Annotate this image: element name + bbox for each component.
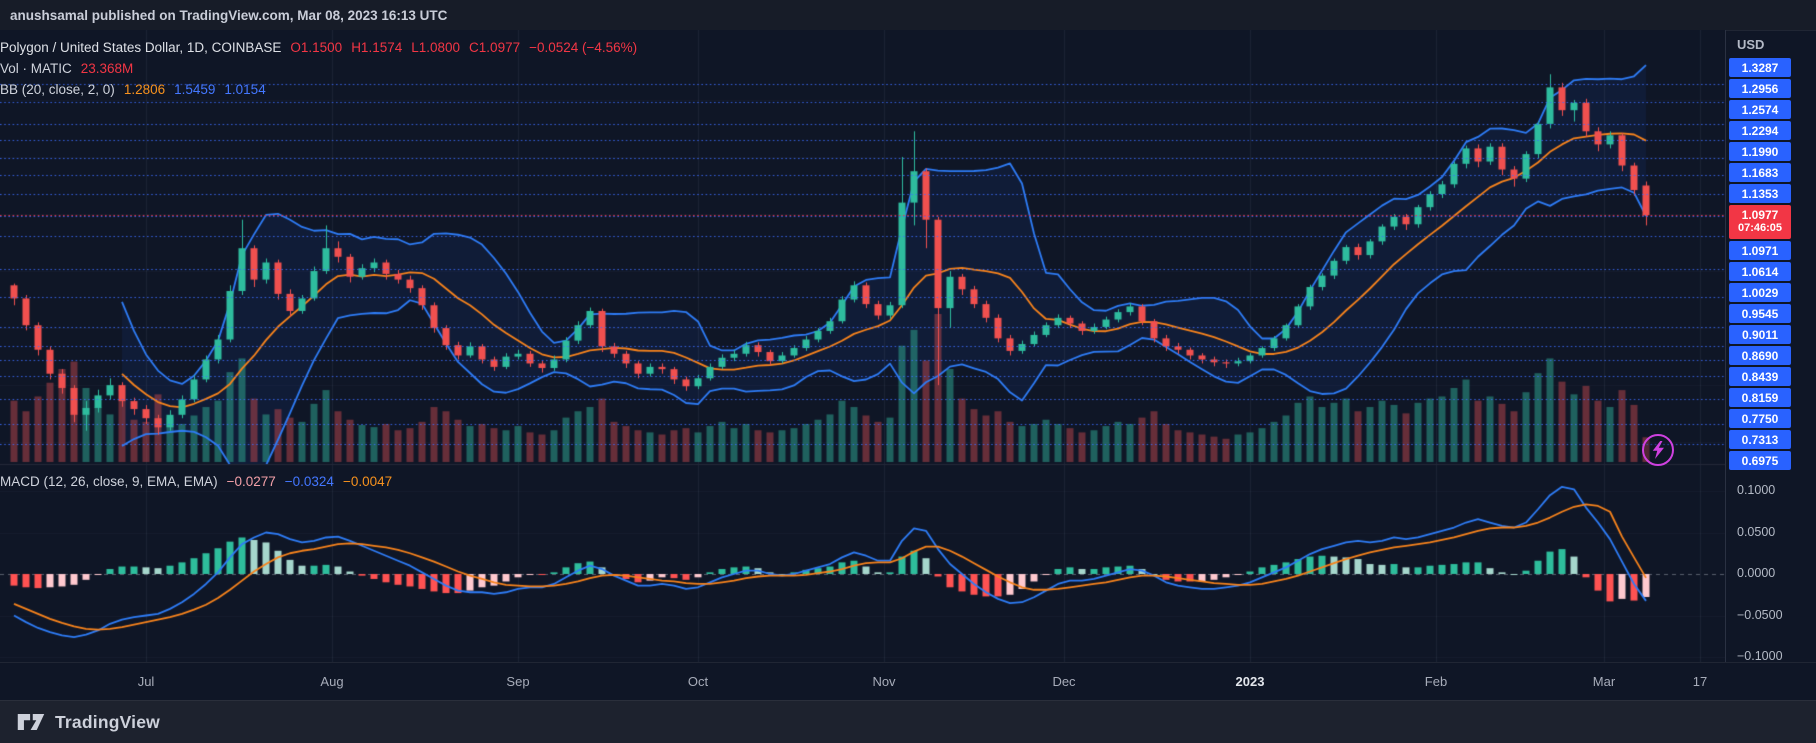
bollinger-basis-value: 1.2806 [124,82,165,97]
macd-line-value: −0.0324 [285,474,334,489]
price-level-label[interactable]: 0.8690 [1729,346,1791,365]
price-level-label[interactable]: 0.7750 [1729,409,1791,428]
time-axis-label: Jul [138,674,155,689]
bollinger-label: BB (20, close, 2, 0) [0,82,115,97]
price-level-label[interactable]: 0.7313 [1729,430,1791,449]
ohlc-high: H1.1574 [351,40,402,55]
macd-signal-value: −0.0047 [343,474,392,489]
macd-axis-tick: 0.0000 [1737,566,1775,580]
ohlc-low: L1.0800 [411,40,460,55]
price-axis[interactable]: USD 1.3287 1.2956 1.2574 1.2294 1.1990 1.1683… [1725,30,1816,662]
time-axis-label: 17 [1693,674,1707,689]
symbol-title: Polygon / United States Dollar, 1D, COIN… [0,40,281,55]
ohlc-change: −0.0524 (−4.56%) [529,40,637,55]
price-level-label[interactable]: 1.0614 [1729,262,1791,281]
ohlc-close: C1.0977 [469,40,520,55]
price-level-label[interactable]: 1.3287 [1729,58,1791,77]
time-axis-label: Mar [1593,674,1615,689]
volume-value: 23.368M [81,61,134,76]
time-axis-label: 2023 [1236,674,1265,689]
time-axis-label: Feb [1425,674,1447,689]
lightning-bolt-icon [1649,439,1667,461]
macd-axis-tick: 0.1000 [1737,483,1775,497]
lightning-sticker-icon[interactable] [1642,434,1674,466]
macd-label: MACD (12, 26, close, 9, EMA, EMA) [0,474,218,489]
footer-bar: TradingView [0,700,1816,743]
symbol-legend-row[interactable]: Polygon / United States Dollar, 1D, COIN… [0,40,637,55]
price-level-label-stack: 1.3287 1.2956 1.2574 1.2294 1.1990 1.1683 1.13… [1726,56,1816,470]
bar-countdown-timer: 07:46:05 [1738,222,1782,235]
ohlc-open: O1.1500 [290,40,342,55]
time-axis-label: Aug [320,674,343,689]
tradingview-snapshot: anushsamal published on TradingView.com,… [0,0,1816,743]
bollinger-lower-value: 1.0154 [224,82,265,97]
price-level-label[interactable]: 1.2574 [1729,100,1791,119]
currency-label: USD [1737,37,1764,52]
price-level-label[interactable]: 1.1683 [1729,163,1791,182]
tradingview-wordmark[interactable]: TradingView [55,712,160,733]
time-axis-label: Nov [872,674,895,689]
volume-label: Vol · MATIC [0,61,72,76]
price-level-label[interactable]: 1.1990 [1729,142,1791,161]
attribution-text: anushsamal published on TradingView.com,… [10,8,447,23]
price-level-label[interactable]: 1.0029 [1729,283,1791,302]
price-level-label[interactable]: 0.8439 [1729,367,1791,386]
price-level-label[interactable]: 1.1353 [1729,184,1791,203]
bollinger-legend-row[interactable]: BB (20, close, 2, 0) 1.2806 1.5459 1.015… [0,82,266,97]
time-axis-label: Dec [1052,674,1075,689]
price-chart-canvas[interactable] [0,30,1725,662]
price-level-label[interactable]: 1.0971 [1729,241,1791,260]
price-level-label[interactable]: 0.9545 [1729,304,1791,323]
tradingview-logo-icon[interactable] [16,710,46,734]
price-level-label[interactable]: 0.9011 [1729,325,1791,344]
price-level-label[interactable]: 0.6975 [1729,451,1791,470]
current-price-value: 1.0977 [1742,209,1779,222]
macd-axis-tick: 0.0500 [1737,525,1775,539]
price-level-label[interactable]: 1.2956 [1729,79,1791,98]
macd-axis-tick: −0.1000 [1737,649,1783,663]
volume-legend-row[interactable]: Vol · MATIC 23.368M [0,61,133,76]
price-level-label[interactable]: 0.8159 [1729,388,1791,407]
time-axis-label: Sep [506,674,529,689]
time-axis[interactable]: Jul Aug Sep Oct Nov Dec 2023 Feb Mar 17 [0,662,1816,700]
current-price-label[interactable]: 1.097707:46:05 [1729,205,1791,239]
macd-histogram-value: −0.0277 [227,474,276,489]
attribution-bar: anushsamal published on TradingView.com,… [0,0,1816,31]
macd-legend-row[interactable]: MACD (12, 26, close, 9, EMA, EMA) −0.027… [0,474,392,489]
bollinger-upper-value: 1.5459 [174,82,215,97]
macd-axis-tick: −0.0500 [1737,608,1783,622]
time-axis-label: Oct [688,674,708,689]
price-level-label[interactable]: 1.2294 [1729,121,1791,140]
